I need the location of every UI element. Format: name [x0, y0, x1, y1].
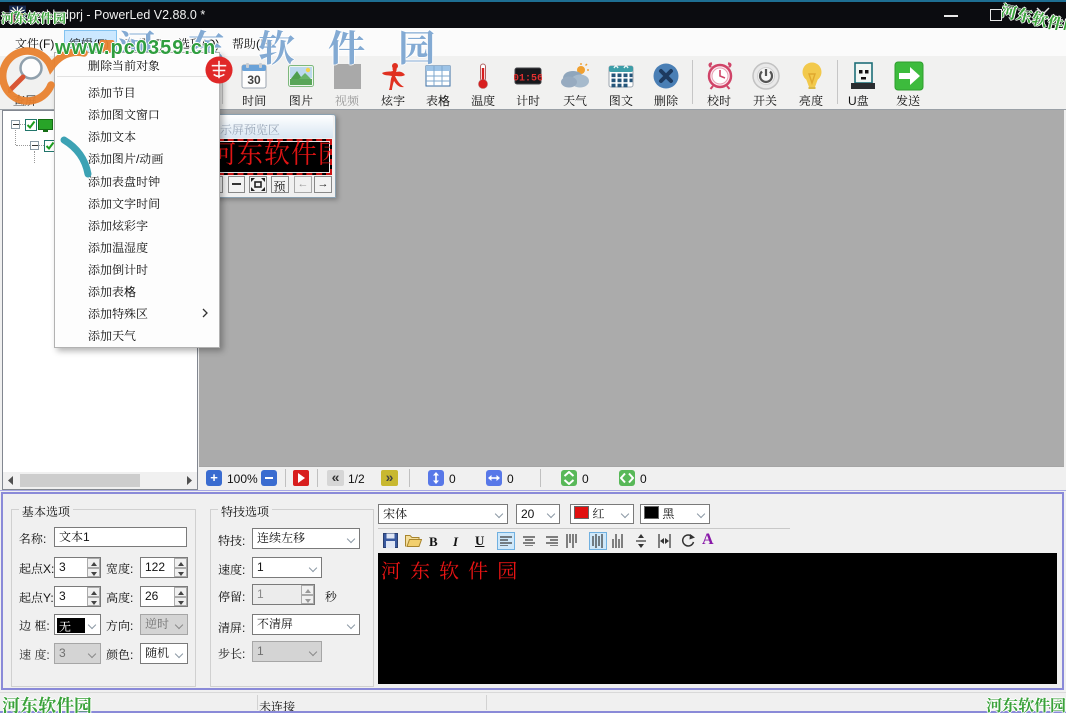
svg-text:30: 30 — [247, 73, 261, 87]
svg-text:01:56: 01:56 — [514, 74, 542, 85]
